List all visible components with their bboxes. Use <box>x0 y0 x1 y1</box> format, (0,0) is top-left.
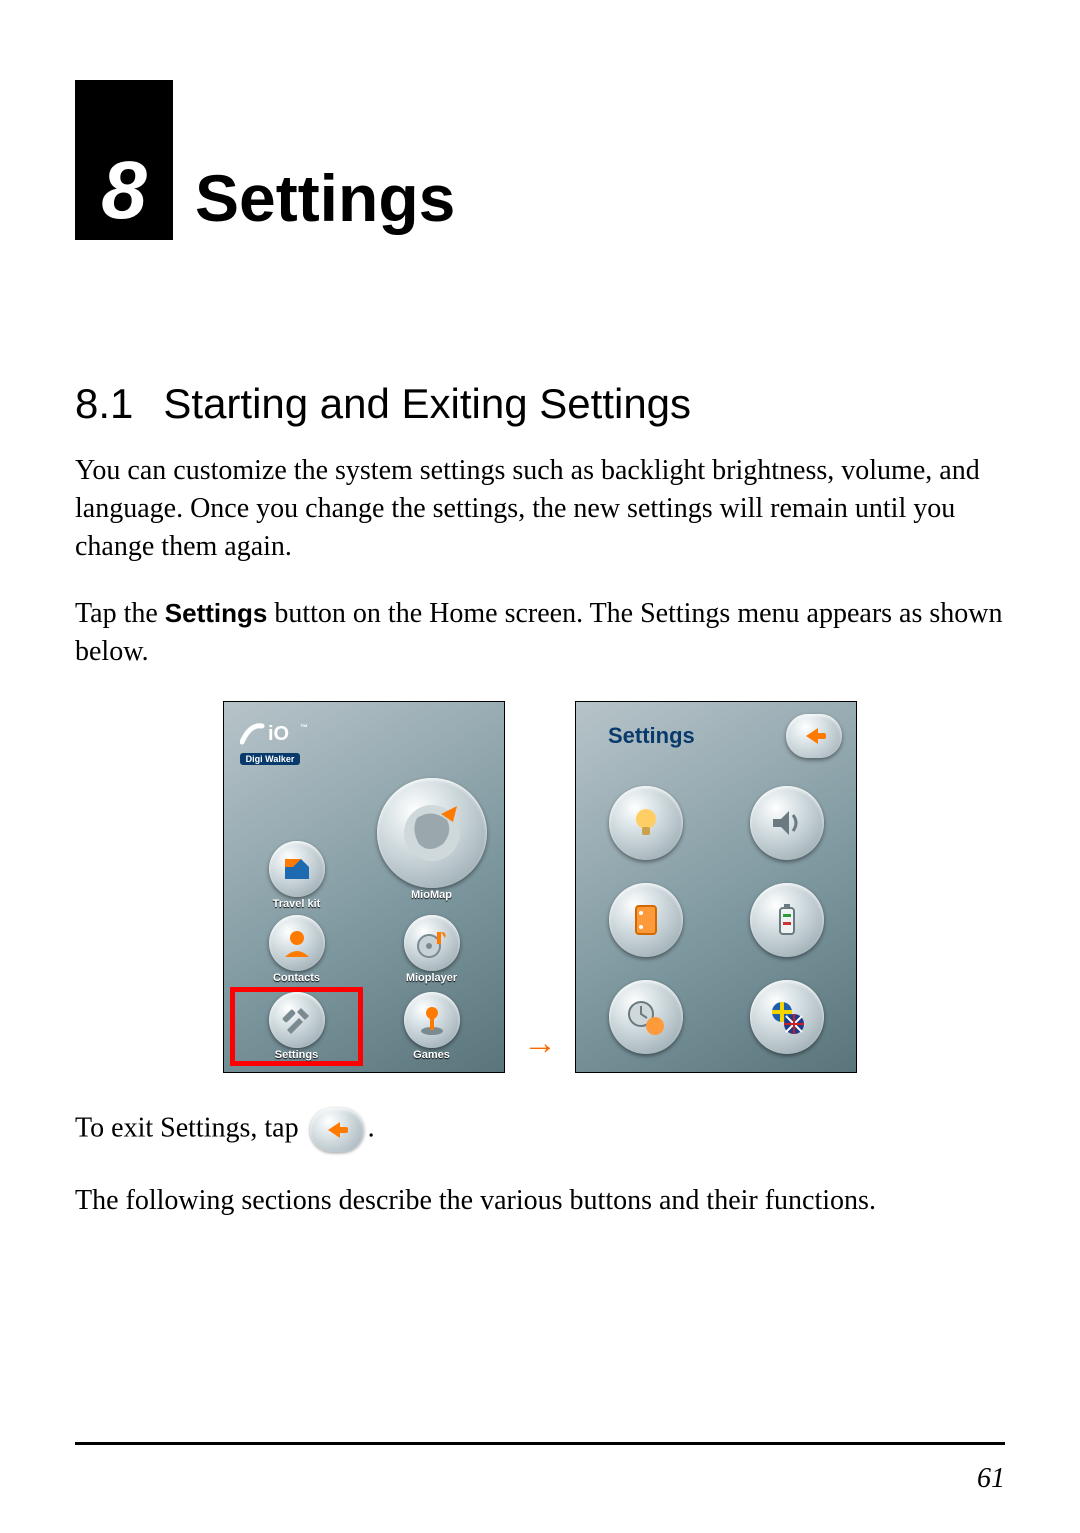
section-heading: 8.1 Starting and Exiting Settings <box>75 380 1005 428</box>
joystick-icon <box>404 992 460 1048</box>
exit-prefix: To exit Settings, tap <box>75 1112 306 1143</box>
screen-button[interactable] <box>609 883 683 957</box>
flag-icon <box>766 996 808 1038</box>
datetime-button[interactable] <box>609 980 683 1054</box>
tools-icon <box>269 992 325 1048</box>
settings-title: Settings <box>608 723 695 749</box>
home-item-mioplayer[interactable]: Mioplayer <box>365 914 498 985</box>
logo-subtext: Digi Walker <box>240 753 300 765</box>
person-icon <box>269 915 325 971</box>
clock-globe-icon <box>625 996 667 1038</box>
home-label-contacts: Contacts <box>273 972 320 984</box>
disc-icon <box>404 915 460 971</box>
volume-button[interactable] <box>750 786 824 860</box>
power-icon <box>767 900 807 940</box>
chapter-number-block: 8 <box>75 80 173 240</box>
intro-paragraph: You can customize the system settings su… <box>75 452 1005 565</box>
arrow-right-icon: → <box>523 1024 557 1063</box>
inline-back-button[interactable] <box>310 1108 364 1152</box>
chapter-title: Settings <box>195 160 455 240</box>
settings-header: Settings <box>576 714 856 758</box>
mio-logo-icon: iO ™ <box>240 720 324 746</box>
home-grid: Travel kit MioMap <box>230 767 498 1066</box>
home-item-photos[interactable]: Travel kit <box>230 840 363 911</box>
backlight-button[interactable] <box>609 786 683 860</box>
svg-text:iO: iO <box>268 723 289 745</box>
exit-paragraph: To exit Settings, tap . <box>75 1108 1005 1152</box>
chapter-number: 8 <box>101 150 147 232</box>
volume-icon <box>767 803 807 843</box>
exit-suffix: . <box>368 1112 375 1143</box>
settings-screen: Settings <box>575 701 857 1073</box>
home-label-games: Games <box>413 1049 450 1061</box>
page-number: 61 <box>977 1463 1005 1495</box>
home-label-travelkit: Travel kit <box>273 898 321 910</box>
tap-paragraph: Tap the Settings button on the Home scre… <box>75 595 1005 671</box>
tap-button-word: Settings <box>165 598 268 628</box>
settings-grid <box>590 782 842 1058</box>
home-label-mioplayer: Mioplayer <box>406 972 457 984</box>
chapter-header: 8 Settings <box>75 80 1005 240</box>
back-arrow-icon <box>798 724 830 748</box>
svg-text:™: ™ <box>300 723 308 732</box>
home-item-miomap[interactable]: MioMap <box>365 767 498 912</box>
back-arrow-icon <box>322 1119 352 1141</box>
home-item-settings[interactable]: Settings <box>230 987 363 1066</box>
following-paragraph: The following sections describe the vari… <box>75 1182 1005 1220</box>
screenshot-row: iO ™ Digi Walker Travel kit <box>75 701 1005 1073</box>
photos-icon <box>269 841 325 897</box>
page: 8 Settings 8.1 Starting and Exiting Setti… <box>0 0 1080 1533</box>
section-number: 8.1 <box>75 380 133 428</box>
globe-icon <box>377 778 487 888</box>
section-title: Starting and Exiting Settings <box>163 380 691 427</box>
tap-prefix: Tap the <box>75 598 165 629</box>
home-label-settings: Settings <box>275 1049 318 1061</box>
home-label-miomap: MioMap <box>411 889 452 901</box>
language-button[interactable] <box>750 980 824 1054</box>
home-item-contacts[interactable]: Contacts <box>230 914 363 985</box>
bulb-icon <box>626 803 666 843</box>
home-screen: iO ™ Digi Walker Travel kit <box>223 701 505 1073</box>
home-item-games[interactable]: Games <box>365 987 498 1066</box>
screen-icon <box>626 900 666 940</box>
mio-logo: iO ™ Digi Walker <box>240 720 324 765</box>
power-button[interactable] <box>750 883 824 957</box>
back-button[interactable] <box>786 714 842 758</box>
footer-rule <box>75 1442 1005 1445</box>
